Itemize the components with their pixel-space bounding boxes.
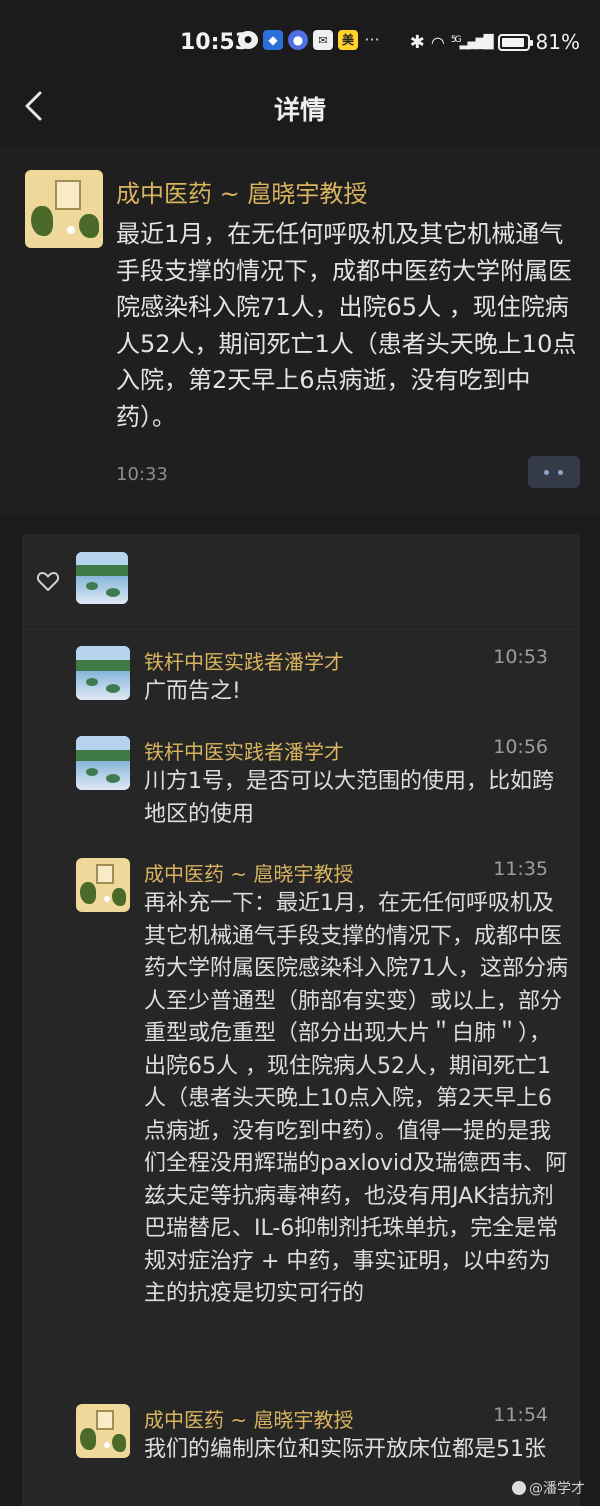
comment-item[interactable]: 铁杆中医实践者潘学才 10:56 川方1号，是否可以大范围的使用，比如跨地区的使… xyxy=(22,736,580,846)
battery-percent: 81% xyxy=(535,30,580,54)
likes-comments-panel: 铁杆中医实践者潘学才 10:53 广而告之! 铁杆中医实践者潘学才 10:56 … xyxy=(22,534,580,1506)
heart-icon xyxy=(36,572,60,591)
blue-app-icon: ◆ xyxy=(263,30,283,50)
nav-bar: 详情 xyxy=(0,80,600,144)
status-bar: 10:53 ● ◆ ● ✉ 美 ··· ✱ ◠ 5G▂▄▆█ 81% xyxy=(0,0,600,80)
comment-item[interactable]: 铁杆中医实践者潘学才 10:53 广而告之! xyxy=(22,646,580,726)
mail-icon: ✉ xyxy=(313,30,333,50)
chat-bubble-icon: ● xyxy=(238,31,258,49)
comment-time: 11:54 xyxy=(493,1404,548,1426)
comment-author[interactable]: 成中医药 ~ 扈晓宇教授 xyxy=(144,1404,353,1433)
comment-time: 11:35 xyxy=(493,858,548,880)
wifi-icon: ◠ xyxy=(430,32,445,52)
post-timestamp: 10:33 xyxy=(116,464,168,485)
avatar[interactable] xyxy=(76,646,130,700)
signal-label: 5G xyxy=(450,34,462,45)
post-author-name[interactable]: 成中医药 ~ 扈晓宇教授 xyxy=(116,174,367,209)
page-title: 详情 xyxy=(273,96,326,126)
weibo-icon xyxy=(512,1481,526,1495)
liker-avatar[interactable] xyxy=(76,552,128,604)
notification-icons: ● ◆ ● ✉ 美 ··· xyxy=(238,30,381,50)
avatar[interactable] xyxy=(25,170,103,248)
comment-text: 广而告之! xyxy=(144,679,241,704)
comment-text: 我们的编制床位和实际开放床位都是51张 xyxy=(144,1437,546,1462)
bluetooth-icon: ✱ xyxy=(409,31,425,53)
avatar[interactable] xyxy=(76,858,130,912)
signal-icon: 5G▂▄▆█ xyxy=(450,34,494,50)
comment-author[interactable]: 铁杆中医实践者潘学才 xyxy=(144,736,344,765)
post-text: 最近1月，在无任何呼吸机及其它机械通气手段支撑的情况下，成都中医药大学附属医院感… xyxy=(116,220,577,431)
shield-app-icon: ● xyxy=(288,30,308,50)
avatar[interactable] xyxy=(76,1404,130,1458)
comment-author[interactable]: 成中医药 ~ 扈晓宇教授 xyxy=(144,858,353,887)
likes-row xyxy=(22,534,580,630)
comment-time: 10:56 xyxy=(493,736,548,758)
moment-post: 成中医药 ~ 扈晓宇教授 最近1月，在无任何呼吸机及其它机械通气手段支撑的情况下… xyxy=(0,146,600,516)
system-status: ✱ ◠ 5G▂▄▆█ 81% xyxy=(410,30,580,54)
comment-time: 10:53 xyxy=(493,646,548,668)
comment-item[interactable]: 成中医药 ~ 扈晓宇教授 11:35 再补充一下：最近1月，在无任何呼吸机及其它… xyxy=(22,858,580,1378)
avatar[interactable] xyxy=(76,736,130,790)
more-actions-button[interactable] xyxy=(528,456,580,488)
comment-text: 再补充一下：最近1月，在无任何呼吸机及其它机械通气手段支撑的情况下，成都中医药大… xyxy=(144,891,568,1306)
weibo-watermark: @潘学才 xyxy=(512,1478,585,1498)
comment-author[interactable]: 铁杆中医实践者潘学才 xyxy=(144,646,344,675)
comment-text: 川方1号，是否可以大范围的使用，比如跨地区的使用 xyxy=(144,769,554,827)
watermark-text: @潘学才 xyxy=(529,1481,585,1497)
comment-item[interactable]: 成中医药 ~ 扈晓宇教授 11:54 我们的编制床位和实际开放床位都是51张 xyxy=(22,1404,580,1504)
more-notifications-icon: ··· xyxy=(364,30,380,49)
battery-icon xyxy=(497,33,533,51)
meituan-icon: 美 xyxy=(338,30,358,50)
